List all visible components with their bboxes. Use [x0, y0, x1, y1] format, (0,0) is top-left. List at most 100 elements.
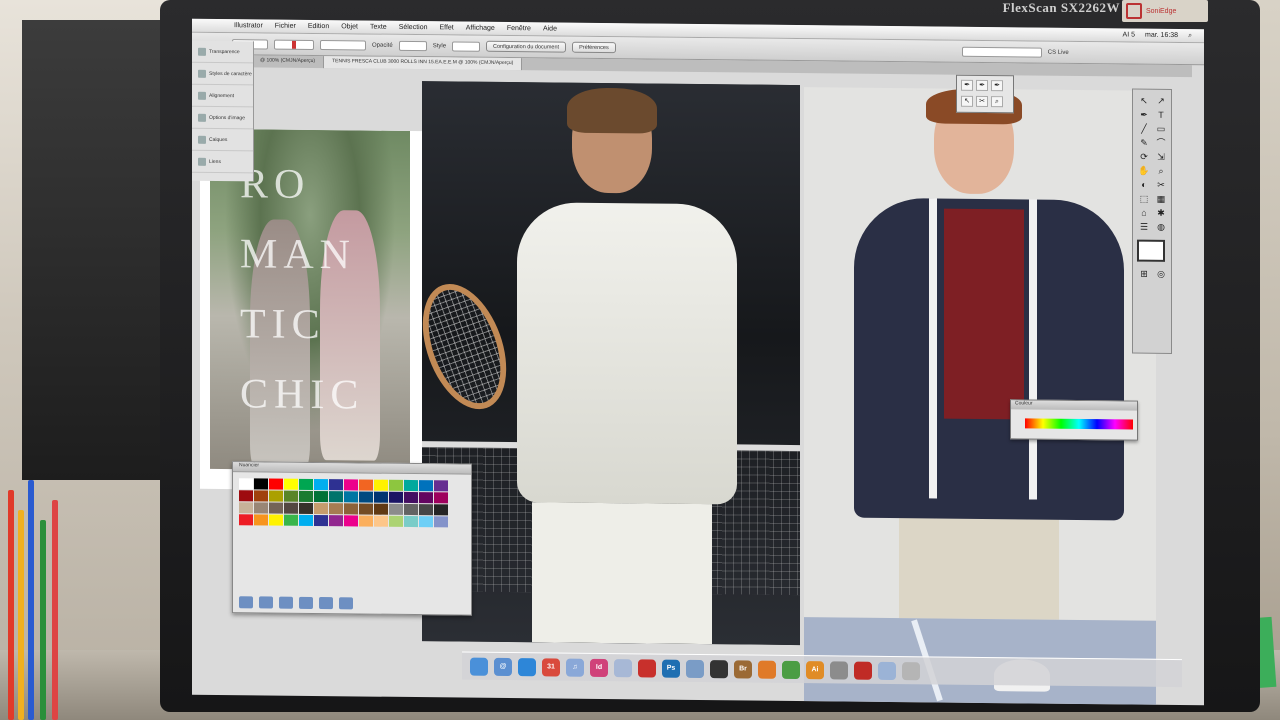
panel-character-styles[interactable]: Styles de caractère	[192, 62, 253, 86]
tool-icon[interactable]: ╱	[1137, 124, 1151, 135]
tool-icon[interactable]: ⬚	[1137, 194, 1151, 205]
color-swatch[interactable]	[314, 502, 328, 515]
color-swatch[interactable]	[314, 490, 328, 503]
illustrator-icon[interactable]: Ai	[806, 660, 824, 679]
color-swatch[interactable]	[329, 515, 343, 527]
color-swatch[interactable]	[389, 515, 403, 527]
color-swatch[interactable]	[374, 515, 388, 527]
color-swatch[interactable]	[299, 478, 313, 490]
color-swatch[interactable]	[434, 492, 448, 504]
tool-icon[interactable]: ↖	[1137, 96, 1151, 107]
tool-icon[interactable]: ↗	[1154, 96, 1168, 107]
color-swatch[interactable]	[344, 515, 358, 527]
color-swatch[interactable]	[284, 478, 298, 490]
color-swatch[interactable]	[389, 479, 403, 491]
tool-icon[interactable]: ⌒	[1154, 138, 1168, 149]
photoshop-icon[interactable]: Ps	[662, 659, 680, 678]
color-swatch[interactable]	[389, 491, 403, 503]
swatch-library-icon[interactable]	[239, 596, 253, 609]
tool-icon[interactable]: ▭	[1154, 124, 1168, 135]
color-swatch[interactable]	[359, 503, 373, 515]
color-swatch[interactable]	[299, 514, 313, 526]
firefox-icon[interactable]	[758, 660, 776, 679]
color-swatch[interactable]	[344, 491, 358, 503]
color-swatch[interactable]	[254, 490, 268, 502]
color-swatch[interactable]	[359, 491, 373, 503]
tool-icon[interactable]: ☰	[1137, 222, 1151, 233]
color-swatch[interactable]	[344, 503, 358, 515]
color-swatch[interactable]	[284, 490, 298, 502]
chrome-icon[interactable]	[782, 660, 800, 679]
color-swatch[interactable]	[329, 491, 343, 503]
tool-icon[interactable]: ⟳	[1137, 152, 1151, 163]
color-swatch[interactable]	[284, 502, 298, 514]
color-swatch[interactable]	[434, 516, 448, 528]
color-swatch[interactable]	[329, 479, 343, 491]
menu-item-effet[interactable]: Effet	[439, 24, 453, 31]
flyout-tool-icon[interactable]: ↖	[961, 95, 973, 107]
flyout-tool-icon[interactable]: ✒	[961, 79, 973, 91]
tool-icon[interactable]: ✎	[1137, 138, 1151, 149]
color-swatch[interactable]	[359, 515, 373, 527]
tool-icon[interactable]: ◐	[1137, 180, 1151, 191]
color-swatch[interactable]	[434, 480, 448, 492]
flyout-tool-icon[interactable]: ✒	[991, 80, 1003, 92]
color-swatch[interactable]	[359, 479, 373, 491]
tab-document-1[interactable]: @ 100% (CMJN/Aperçu)	[252, 55, 325, 69]
stroke-selector[interactable]	[274, 39, 314, 50]
style-field[interactable]	[452, 40, 481, 52]
workspace-label[interactable]: CS Live	[1048, 49, 1069, 55]
menu-app-name[interactable]: Illustrator	[234, 22, 263, 29]
trash-icon[interactable]	[902, 661, 920, 680]
color-swatch[interactable]	[269, 490, 283, 502]
panel-transparency[interactable]: Transparence	[192, 40, 253, 64]
tool-icon[interactable]: ✱	[1154, 208, 1168, 219]
opacity-field[interactable]	[398, 40, 427, 51]
color-swatch[interactable]	[344, 479, 358, 491]
indesign-icon[interactable]: Id	[590, 658, 608, 677]
menu-item-fichier[interactable]: Fichier	[275, 23, 296, 30]
color-swatch[interactable]	[314, 478, 328, 491]
color-spectrum[interactable]	[1025, 418, 1133, 430]
menu-status[interactable]: AI 5	[1123, 31, 1135, 39]
menu-item-fenetre[interactable]: Fenêtre	[507, 25, 531, 32]
color-swatch[interactable]	[419, 516, 433, 528]
panel-align[interactable]: Alignement	[192, 84, 253, 108]
artboard-romantic-chic[interactable]: RO MAN TIC CHIC	[200, 128, 422, 492]
color-swatch[interactable]	[314, 514, 328, 527]
tool-icon[interactable]: ✒	[1137, 110, 1151, 121]
artboard-tennis-player[interactable]	[422, 81, 800, 646]
terminal-icon[interactable]	[710, 659, 728, 678]
show-kinds-icon[interactable]	[259, 596, 273, 609]
tool-icon[interactable]: ◎	[1154, 269, 1168, 280]
color-swatch[interactable]	[269, 502, 283, 514]
color-swatch[interactable]	[404, 503, 418, 516]
tool-icon[interactable]: T	[1154, 110, 1168, 121]
preview-icon[interactable]	[686, 659, 704, 678]
color-swatch[interactable]	[419, 504, 433, 516]
color-swatch[interactable]	[239, 478, 253, 490]
menu-item-selection[interactable]: Sélection	[399, 24, 428, 31]
flyout-tool-icon[interactable]: ⌕	[991, 95, 1003, 107]
tool-icon[interactable]: ⊞	[1137, 269, 1151, 280]
menu-item-objet[interactable]: Objet	[341, 23, 358, 30]
panel-layers[interactable]: Calques	[192, 128, 253, 152]
itunes-icon[interactable]: ♫	[566, 658, 584, 677]
color-swatch[interactable]	[389, 503, 403, 515]
menu-item-edition[interactable]: Edition	[308, 23, 329, 30]
tool-icon[interactable]: ⌕	[1154, 166, 1168, 177]
color-swatch[interactable]	[239, 502, 253, 514]
menu-item-aide[interactable]: Aide	[543, 25, 557, 32]
color-swatch[interactable]	[254, 514, 268, 526]
color-swatch[interactable]	[329, 503, 343, 515]
tool-icon[interactable]: ◍	[1154, 222, 1168, 233]
mail-icon[interactable]: @	[494, 657, 512, 676]
bridge-icon[interactable]: Br	[734, 659, 752, 679]
color-swatch[interactable]	[419, 480, 433, 492]
color-swatch[interactable]	[299, 502, 313, 514]
color-panel[interactable]: Couleur	[1010, 399, 1138, 441]
delete-swatch-icon[interactable]	[339, 597, 353, 610]
color-swatch[interactable]	[239, 514, 253, 526]
color-swatch[interactable]	[374, 503, 388, 515]
artboard-cardigan-model[interactable]	[804, 87, 1156, 621]
